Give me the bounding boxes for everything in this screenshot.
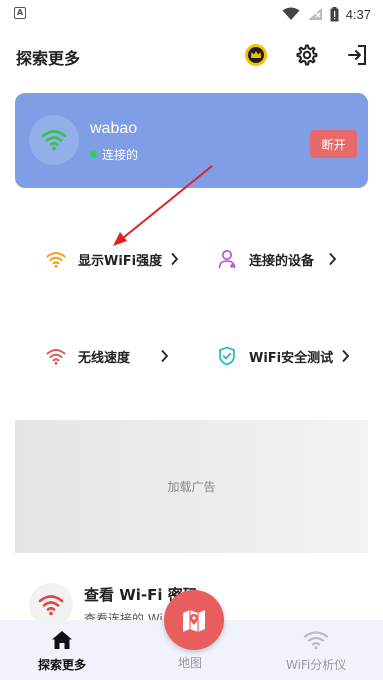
wifi-red-large-icon: [38, 595, 64, 616]
connection-status-label: 连接的: [102, 148, 139, 162]
nav-explore[interactable]: 探索更多: [38, 630, 86, 673]
feature-label: 无线速度: [78, 350, 131, 366]
wifi-ssid: wabao: [90, 120, 138, 137]
nav-map[interactable]: 地图: [178, 654, 202, 671]
nav-label: 探索更多: [38, 658, 87, 672]
vip-crown-button[interactable]: [243, 42, 269, 68]
connected-dot-icon: [90, 151, 97, 158]
feature-label: WiFi安全测试: [249, 350, 334, 366]
ad-loading-label: 加载广告: [167, 480, 216, 494]
wifi-orange-icon: [44, 247, 68, 271]
map-pin-icon: [183, 610, 205, 632]
wifi-status-badge: [29, 115, 79, 165]
wifi-red-icon: [44, 344, 68, 368]
battery-alert-icon: [330, 6, 339, 21]
gear-icon: [296, 44, 318, 66]
chevron-right-icon: [328, 252, 337, 266]
wifi-connection-card: wabao 连接的 断开: [15, 93, 368, 188]
top-app-bar: 探索更多: [0, 28, 383, 84]
feature-wifi-security-test[interactable]: WiFi安全测试: [215, 341, 350, 371]
chevron-right-icon: [170, 252, 179, 266]
notification-icon: A: [14, 7, 26, 19]
exit-icon: [348, 45, 366, 65]
feature-wifi-strength[interactable]: 显示WiFi强度: [44, 244, 179, 274]
status-bar: A 4:37: [0, 0, 383, 28]
status-time: 4:37: [345, 6, 371, 22]
shield-cyan-icon: [215, 344, 239, 368]
feature-wireless-speed[interactable]: 无线速度: [44, 341, 169, 371]
wifi-connected-icon: [41, 130, 67, 151]
ad-banner[interactable]: 加载广告: [15, 420, 368, 553]
user-purple-icon: [215, 247, 239, 271]
wifi-status-icon: [282, 7, 300, 20]
connection-status: 连接的: [90, 146, 138, 163]
feature-label: 显示WiFi强度: [78, 253, 163, 269]
map-fab-button[interactable]: [164, 590, 224, 650]
page-title: 探索更多: [16, 49, 81, 68]
home-icon: [52, 631, 72, 649]
feature-label: 连接的设备: [249, 253, 315, 269]
settings-button[interactable]: [293, 42, 319, 68]
wifi-analyzer-icon: [304, 631, 329, 650]
crown-icon: [245, 44, 267, 66]
chevron-right-icon: [160, 349, 169, 363]
feature-connected-devices[interactable]: 连接的设备: [215, 244, 337, 274]
status-icons: 4:37: [282, 4, 371, 24]
disconnect-button[interactable]: 断开: [310, 130, 357, 158]
nav-label: WiFi分析仪: [286, 658, 347, 672]
logout-button[interactable]: [344, 42, 370, 68]
chevron-right-icon: [341, 349, 350, 363]
nav-wifi-analyzer[interactable]: WiFi分析仪: [286, 630, 346, 673]
nav-label: 地图: [178, 656, 203, 670]
signal-off-icon: [307, 8, 322, 20]
